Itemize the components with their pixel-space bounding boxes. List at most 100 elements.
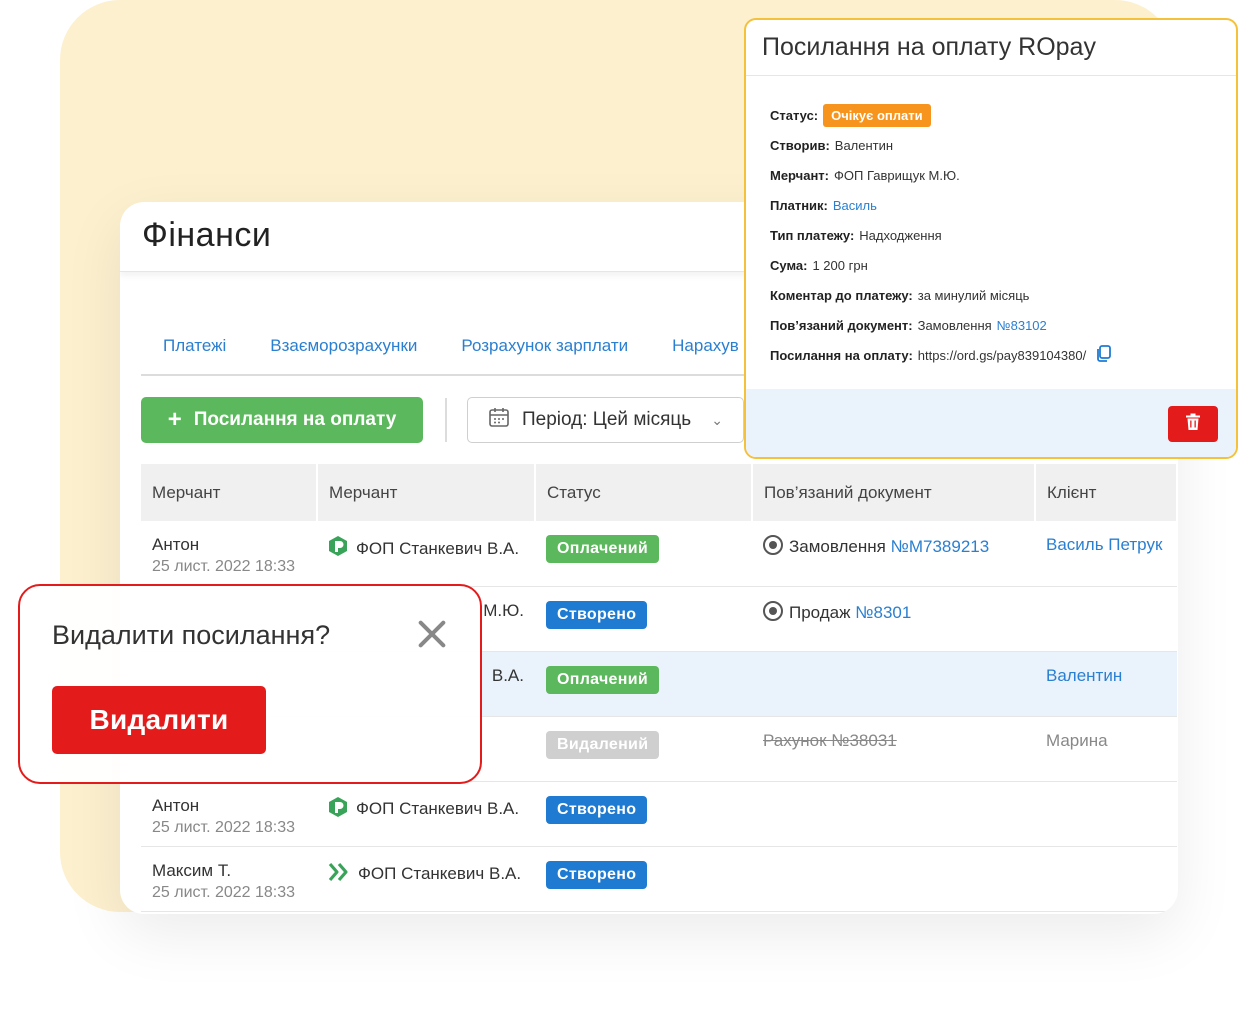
detail-label: Статус: — [770, 107, 819, 123]
creator-name: Антон — [152, 535, 200, 554]
detail-label: Сума: — [770, 257, 808, 273]
created-date: 25 лист. 2022 18:33 — [152, 818, 296, 836]
detail-status: Статус: Очікує оплати — [770, 100, 1236, 130]
client-cell — [1035, 781, 1177, 847]
close-icon[interactable] — [416, 618, 448, 650]
detail-merchant: Мерчант: ФОП Гаврищук М.Ю. — [770, 160, 1236, 190]
client-name: Марина — [1046, 730, 1108, 750]
popup-details: Статус: Очікує оплати Створив: Валентин Ме… — [746, 76, 1236, 370]
merchant-name: ФОП Станкевич В.А. — [356, 538, 520, 558]
document-icon — [763, 600, 783, 621]
confirm-delete-button[interactable]: Видалити — [52, 686, 266, 754]
creator-name: Антон — [152, 795, 200, 815]
period-select[interactable]: Період: Цей місяць ⌄ — [467, 397, 744, 443]
client-cell — [1035, 846, 1177, 912]
client-link[interactable]: Василь Петрук — [1046, 535, 1162, 554]
add-payment-link-button[interactable]: + Посилання на оплату — [141, 397, 423, 443]
detail-type: Тип платежу: Надходження — [770, 220, 1236, 250]
tab-payroll[interactable]: Розрахунок зарплати — [439, 326, 650, 374]
status-cell: Видалений — [535, 716, 752, 782]
column-header[interactable]: Пов’язаний документ — [752, 464, 1036, 521]
merchant-cell: ФОП Станкевич В.А. — [317, 846, 535, 912]
document-icon — [763, 535, 783, 555]
status-badge: Створено — [546, 860, 648, 889]
created-date: 25 лист. 2022 18:33 — [152, 883, 296, 901]
payer-link[interactable]: Василь — [833, 198, 877, 213]
ropay-logo-icon — [328, 535, 348, 562]
detail-label: Посилання на оплату: — [770, 347, 913, 363]
document-cell — [752, 651, 1035, 717]
document-label: Продаж — [789, 602, 851, 622]
client-cell — [1035, 586, 1177, 652]
delete-confirm-popup: Видалити посилання? Видалити — [18, 584, 482, 784]
status-cell: Оплачений — [535, 651, 752, 717]
detail-value: Валентин — [834, 137, 894, 153]
merchant-name: ФОП Станкевич В.А. — [356, 799, 520, 818]
column-header[interactable]: Мерчант — [317, 464, 536, 521]
status-cell: Створено — [535, 586, 752, 652]
detail-value: Замовлення — [917, 317, 992, 333]
document-cell: Рахунок №38031 — [752, 716, 1035, 782]
document-link[interactable]: №8301 — [855, 603, 911, 622]
add-payment-link-label: Посилання на оплату — [193, 409, 397, 430]
creator-cell: Антон 25 лист. 2022 18:33 — [141, 521, 317, 587]
popup-footer — [746, 389, 1236, 457]
detail-label: Мерчант: — [770, 167, 830, 183]
detail-comment: Коментар до платежу: за минулий місяць — [770, 280, 1236, 310]
tabs: Платежі Взаєморозрахунки Розрахунок зарп… — [141, 326, 841, 376]
column-header[interactable]: Мерчант — [141, 464, 318, 521]
document-cell — [752, 781, 1035, 847]
detail-payment-link: Посилання на оплату: https://ord.gs/pay83… — [770, 340, 1236, 370]
detail-value: 1 200 грн — [812, 257, 868, 273]
merchant-cell: ФОП Станкевич В.А. — [317, 781, 535, 847]
column-header[interactable]: Клієнт — [1035, 464, 1178, 521]
creator-cell: Антон 25 лист. 2022 18:33 — [141, 781, 317, 847]
column-header[interactable]: Статус — [535, 464, 753, 521]
detail-label: Пов’язаний документ: — [770, 317, 913, 333]
delete-link-button[interactable] — [1168, 406, 1218, 442]
client-link[interactable]: Валентин — [1046, 666, 1122, 685]
detail-created: Створив: Валентин — [770, 130, 1236, 160]
calendar-icon — [488, 406, 510, 434]
popup-title: Посилання на оплату ROpay — [746, 20, 1236, 76]
status-cell: Створено — [535, 781, 752, 847]
toolbar-divider — [445, 398, 447, 442]
document-cell: Замовлення №M7389213 — [752, 521, 1035, 587]
document-link[interactable]: №83102 — [997, 318, 1047, 333]
document-label: Рахунок №38031 — [763, 730, 897, 750]
status-badge: Видалений — [546, 730, 660, 759]
chevron-down-icon: ⌄ — [711, 411, 723, 428]
document-cell: Продаж №8301 — [752, 586, 1035, 652]
detail-payer: Платник: Василь — [770, 190, 1236, 220]
status-badge: Створено — [546, 600, 648, 629]
ropay-link-popup: Посилання на оплату ROpay Статус: Очікує … — [744, 18, 1238, 459]
table-row[interactable]: Максим Т. 25 лист. 2022 18:33 ФОП Станке… — [141, 846, 1177, 912]
detail-label: Створив: — [770, 137, 830, 153]
client-cell: Василь Петрук — [1035, 521, 1177, 587]
table-row[interactable]: Антон 25 лист. 2022 18:33 ФОП Станкевич … — [141, 781, 1177, 847]
status-badge: Оплачений — [546, 665, 659, 694]
table-row[interactable]: Антон 25 лист. 2022 18:33 ФОП Станкевич … — [141, 521, 1177, 587]
ropay-logo-icon — [328, 796, 348, 823]
creator-name: Максим Т. — [152, 860, 232, 880]
confirm-title: Видалити посилання? — [52, 620, 331, 650]
client-cell: Валентин — [1035, 651, 1177, 717]
payment-link-url[interactable]: https://ord.gs/pay839104380/ — [918, 348, 1086, 363]
status-badge: Очікує оплати — [823, 103, 931, 127]
tab-payments[interactable]: Платежі — [141, 326, 248, 374]
document-link[interactable]: №M7389213 — [891, 537, 990, 556]
period-label: Період: Цей місяць — [522, 409, 692, 430]
merchant-cell: ФОП Станкевич В.А. — [317, 521, 535, 587]
copy-icon[interactable] — [1095, 345, 1112, 365]
detail-sum: Сума: 1 200 грн — [770, 250, 1236, 280]
detail-label: Коментар до платежу: — [770, 287, 913, 303]
client-cell: Марина — [1035, 716, 1177, 782]
tab-settlements[interactable]: Взаєморозрахунки — [248, 326, 439, 374]
status-cell: Створено — [535, 846, 752, 912]
creator-cell: Максим Т. 25 лист. 2022 18:33 — [141, 846, 317, 912]
status-badge: Оплачений — [546, 535, 659, 563]
trash-icon — [1185, 413, 1201, 436]
detail-value: за минулий місяць — [917, 287, 1030, 303]
created-date: 25 лист. 2022 18:33 — [152, 558, 296, 575]
document-label: Замовлення — [789, 537, 886, 556]
